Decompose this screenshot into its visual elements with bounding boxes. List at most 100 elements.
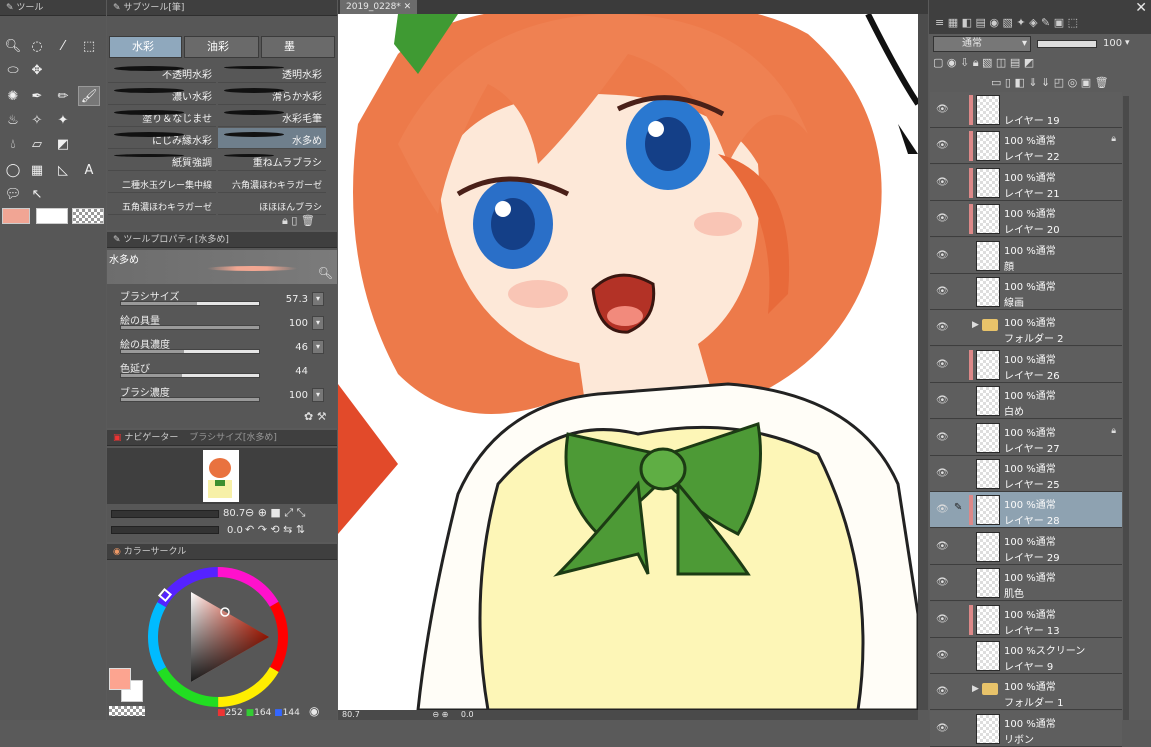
lock-icon[interactable]: 🔒︎ (1111, 134, 1116, 144)
pen-tool-icon[interactable]: ✒ (26, 86, 48, 106)
brush-watercolor-fude[interactable]: 水彩毛筆 (218, 106, 326, 127)
new-page-icon[interactable]: ▯ (291, 214, 297, 227)
spin-icon[interactable]: ▾ (312, 316, 324, 330)
gradient-tool-icon[interactable]: ◩ (52, 134, 74, 154)
eye-icon[interactable]: 👁︎ (936, 432, 949, 443)
eye-icon[interactable]: 👁︎ (936, 177, 949, 188)
tab-oil[interactable]: 油彩 (184, 36, 259, 58)
eye-icon[interactable]: 👁︎ (936, 541, 949, 552)
layer-row[interactable]: 👁︎ 100 %通常 レイヤー 21 (930, 164, 1122, 201)
eye-icon[interactable]: 👁︎ (936, 686, 949, 697)
magic-wand-tool-icon[interactable]: ✺ (2, 86, 24, 106)
layer-panel-icons[interactable]: ≡ ▦ ◧ ▤ ◉ ▧ ✦ ◈ ✎ ▣ ⬚ (935, 16, 1078, 29)
brush-pent-gauze[interactable]: 五角濃ほわキラガーゼ (108, 194, 216, 215)
layer-row[interactable]: 👁︎ 100 %通常顔 (930, 237, 1122, 274)
brush-much-water[interactable]: 水多め (218, 128, 326, 149)
color-mode-icon[interactable]: ◉ (309, 704, 319, 718)
settings-icon[interactable]: ✿ (304, 410, 313, 423)
param-bar[interactable] (120, 325, 260, 330)
eye-icon[interactable]: 👁︎ (936, 250, 949, 261)
tab-navigator[interactable]: ナビゲーター (124, 433, 178, 443)
status-zoom-icons[interactable]: ⊖ ⊕ (432, 710, 448, 719)
layer-row[interactable]: 👁︎ 100 %通常 レイヤー 13 (930, 601, 1122, 638)
param-paint-amount[interactable]: 絵の具量 100 ▾ (108, 312, 336, 336)
move-tool-icon[interactable]: ✥ (26, 60, 48, 80)
layer-row[interactable]: 👁︎ 100 %通常 リボン (930, 710, 1122, 747)
layer-row[interactable]: 👁︎ 100 %通常 レイヤー 22 🔒︎ (930, 128, 1122, 165)
lock-icon[interactable]: 🔒︎ (1111, 426, 1116, 436)
layer-tool-icons[interactable]: ▢ ◉ ⇩ 🔒︎ ▧ ◫ ▤ ◩ (933, 56, 1034, 70)
zoom-tool-icon[interactable]: 🔍︎ (2, 36, 24, 56)
eraser-tool-icon[interactable]: ▱ (26, 134, 48, 154)
param-brush-size[interactable]: ブラシサイズ 57.3 ▾ (108, 288, 336, 312)
expand-arrow-icon[interactable]: ▶ (972, 684, 979, 694)
tab-brush-size[interactable]: ブラシサイズ[水多め] (189, 433, 277, 443)
lock-icon[interactable]: 🔒︎ (282, 214, 288, 227)
tab-ink[interactable]: 墨 (261, 36, 335, 58)
layer-row[interactable]: 👁︎ 100 %通常 レイヤー 28 ✎ (930, 492, 1122, 529)
layer-row[interactable]: 👁︎ 100 %通常 白め (930, 383, 1122, 420)
selection-tool-icon[interactable]: ⬭ (2, 60, 24, 80)
brush-layered-uneven[interactable]: 重ねムラブラシ (218, 150, 326, 171)
main-color-box[interactable] (109, 668, 131, 690)
airbrush-tool-icon[interactable]: ♨ (2, 110, 24, 130)
brush-hohohon[interactable]: ほほほんブラシ (218, 194, 326, 215)
layer-row[interactable]: 👁︎ ▶ 100 %通常 フォルダー 2 (930, 310, 1122, 347)
wrench-icon[interactable]: ⚒ (313, 410, 327, 423)
eye-icon[interactable]: 👁︎ (936, 359, 949, 370)
layer-row[interactable]: 👁︎ 100 %通常 線画 (930, 274, 1122, 310)
layer-list-scrollbar[interactable] (1123, 96, 1129, 720)
nav-rotate-icons[interactable]: ↶ ↷ ⟲ ⇆ ⇅ (245, 523, 305, 536)
eyedropper-tool-icon[interactable]: ⁄ (52, 36, 74, 56)
transparent-color-swatch[interactable] (72, 208, 104, 224)
text-tool-icon[interactable]: A (78, 160, 100, 180)
correct-line-tool-icon[interactable]: ↖ (26, 184, 48, 204)
eye-icon[interactable]: 👁︎ (936, 723, 949, 734)
eye-icon[interactable]: 👁︎ (936, 395, 949, 406)
eye-icon[interactable]: 👁︎ (936, 504, 949, 515)
figure-tool-icon[interactable]: ◯ (2, 160, 24, 180)
param-bar[interactable] (120, 397, 260, 402)
brush-transparent-watercolor[interactable]: 透明水彩 (218, 62, 326, 83)
opacity-chevron-icon[interactable]: ▾ (1125, 38, 1130, 48)
layer-row[interactable]: 👁︎ 100 %スクリーン レイヤー 9 (930, 638, 1122, 674)
nav-rotate-slider[interactable] (111, 526, 219, 534)
layer-row[interactable]: 👁︎ 100 %通常 レイヤー 29 (930, 528, 1122, 565)
canvas-right-scrollbar[interactable] (918, 14, 928, 710)
canvas-tab[interactable]: 2019_0228* ✕ (340, 0, 418, 14)
brush-tool-icon[interactable]: 🖌︎ (78, 86, 100, 106)
brush-dark-watercolor[interactable]: 濃い水彩 (108, 84, 216, 105)
param-brush-density[interactable]: ブラシ濃度 100 ▾ (108, 384, 336, 408)
nav-zoom-icons[interactable]: ⊖ ⊕ ■ ⤢ ⤡ (245, 506, 305, 520)
brush-opaque-watercolor[interactable]: 不透明水彩 (108, 62, 216, 83)
transparent-color-box[interactable] (109, 706, 145, 716)
hue-ring[interactable] (143, 562, 293, 712)
ruler-tool-icon[interactable]: ◺ (52, 160, 74, 180)
param-bar[interactable] (120, 373, 260, 378)
sub-color-swatch[interactable] (36, 208, 68, 224)
layer-row[interactable]: 👁︎ 100 %通常 レイヤー 25 (930, 456, 1122, 492)
param-paint-density[interactable]: 絵の具濃度 46 ▾ (108, 336, 336, 360)
param-bar[interactable] (120, 349, 260, 354)
navigator-preview[interactable] (107, 448, 337, 504)
eye-icon[interactable]: 👁︎ (936, 140, 949, 151)
layer-row[interactable]: 👁︎ 100 %通常 レイヤー 26 (930, 346, 1122, 383)
spin-icon[interactable]: ▾ (312, 292, 324, 306)
close-icon[interactable]: ✕ (1135, 0, 1147, 16)
eye-icon[interactable]: 👁︎ (936, 104, 949, 115)
pencil-tool-icon[interactable]: ✏ (52, 86, 74, 106)
layer-row[interactable]: 👁︎ レイヤー 19 (930, 92, 1122, 128)
eye-icon[interactable]: 👁︎ (936, 213, 949, 224)
eye-icon[interactable]: 👁︎ (936, 614, 949, 625)
eye-icon[interactable]: 👁︎ (936, 577, 949, 588)
frame-tool-icon[interactable]: ▦ (26, 160, 48, 180)
layer-row[interactable]: 👁︎ ▶ 100 %通常 フォルダー 1 (930, 674, 1122, 711)
param-bar[interactable] (120, 301, 260, 306)
lasso-tool-icon[interactable]: ◌ (26, 36, 48, 56)
layer-row[interactable]: 👁︎ 100 %通常 レイヤー 27 🔒︎ (930, 419, 1122, 456)
eye-icon[interactable]: 👁︎ (936, 322, 949, 333)
spin-icon[interactable]: ▾ (312, 340, 324, 354)
brush-blur-edge[interactable]: にじみ縁水彩 (108, 128, 216, 149)
blend-tool-icon[interactable]: ✦ (52, 110, 74, 130)
brush-dot-grey-lines[interactable]: 二種水玉グレー集中線 (108, 172, 216, 193)
